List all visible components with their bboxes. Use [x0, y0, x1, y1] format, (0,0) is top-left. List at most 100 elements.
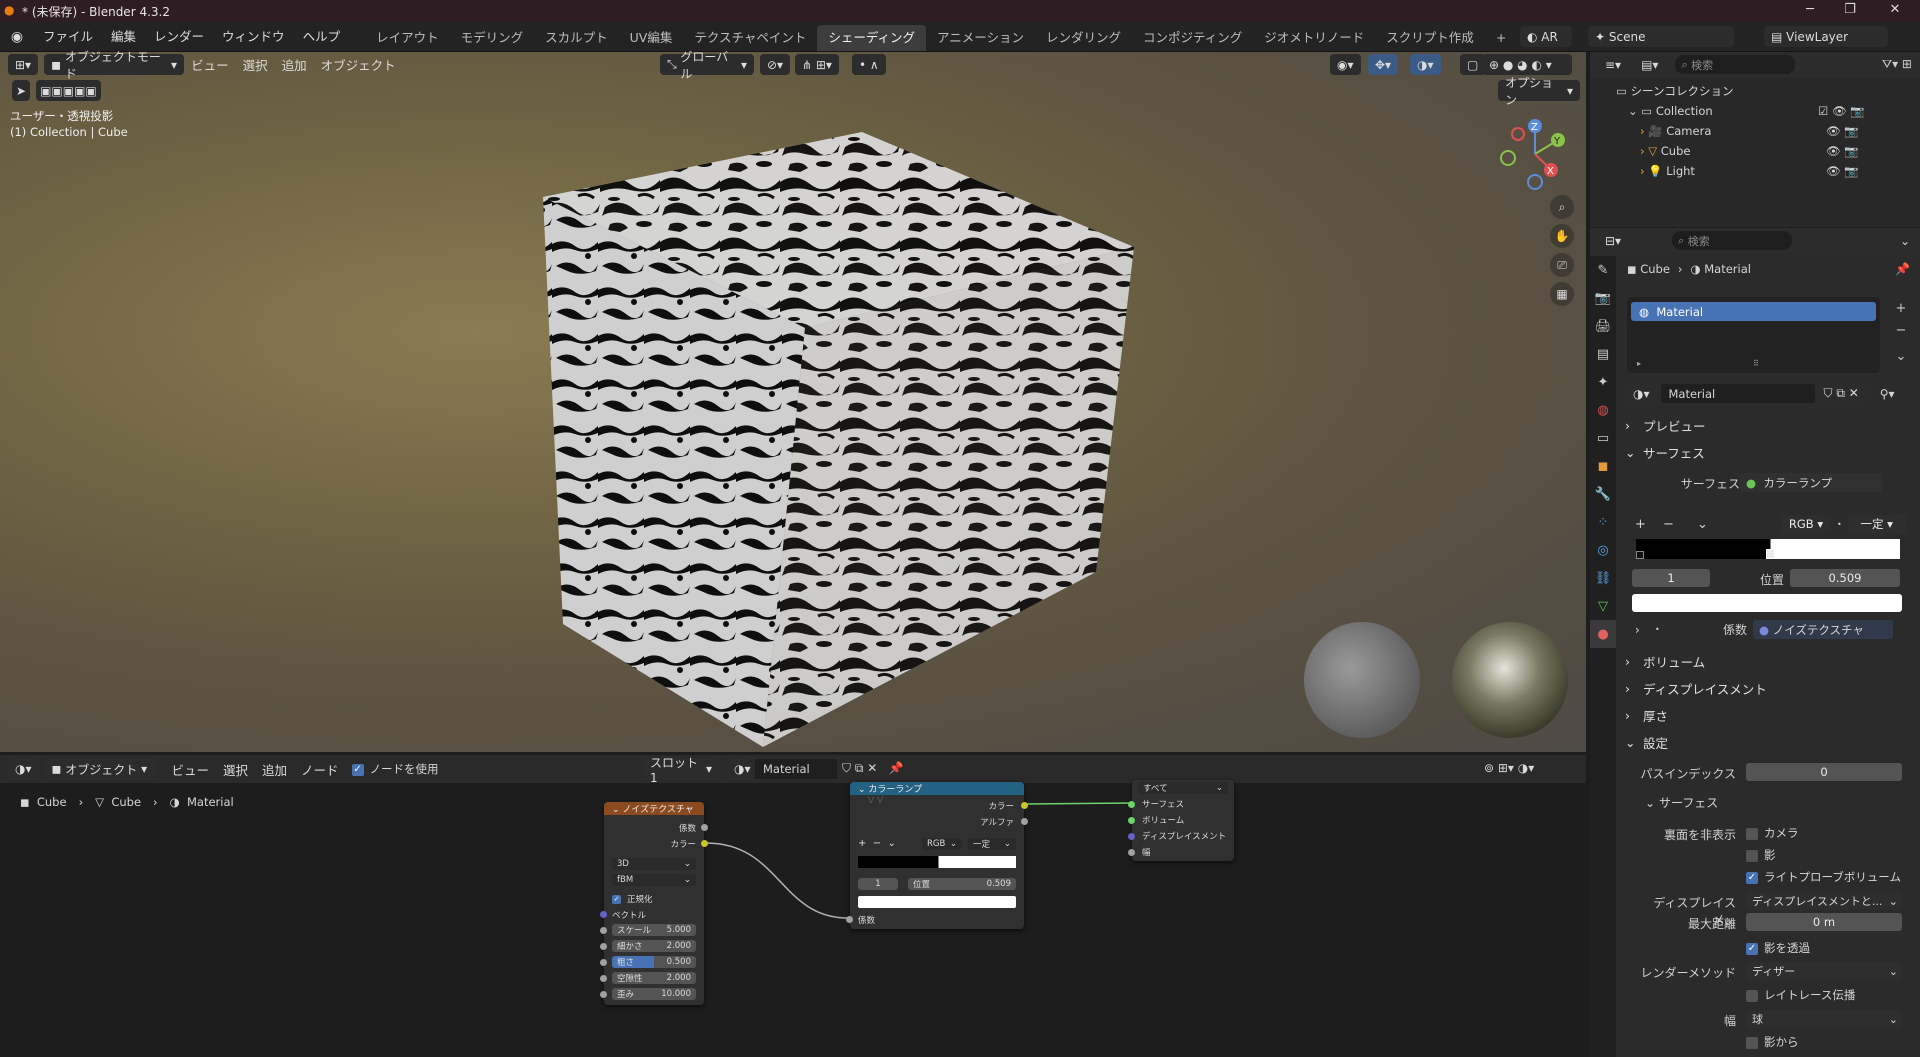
tab-geometry-nodes[interactable]: ジオメトリノード — [1253, 25, 1375, 51]
material-tab-icon[interactable]: ● — [1590, 620, 1616, 648]
ramp-node-color-swatch[interactable] — [858, 896, 1016, 908]
node-link-icon[interactable]: ⚲▾ — [1880, 387, 1895, 401]
noise-type-select[interactable]: fBM ⌄ — [612, 874, 696, 886]
visibility-icons[interactable]: ☑ 👁 📷 — [1818, 101, 1865, 121]
noise-detail-field[interactable]: 細かさ 2.000 — [612, 940, 696, 952]
constraints-tab-icon[interactable]: ⛓ — [1590, 564, 1616, 592]
ramp-menu-icon[interactable]: ⌄ — [1697, 517, 1757, 532]
tab-layout[interactable]: レイアウト — [365, 25, 450, 51]
tab-rendering[interactable]: レンダリング — [1035, 25, 1132, 51]
pass-index-field[interactable]: 0 — [1746, 763, 1902, 781]
socket-surface-in[interactable] — [1128, 801, 1135, 808]
close-icon[interactable]: ✕ — [1875, 2, 1915, 17]
ar-button[interactable]: ◐ AR — [1520, 26, 1572, 47]
collection-tab-icon[interactable]: ▭ — [1590, 424, 1616, 452]
node-overlay-icons[interactable]: ⊚ ⊞▾ ◑▾ — [1484, 761, 1534, 775]
backface-shadow-checkbox[interactable]: 影 — [1746, 847, 1776, 863]
material-output-node[interactable]: すべて ⌄ サーフェス ボリューム ディスプレイスメント 幅 — [1128, 780, 1234, 861]
node-menu-select[interactable]: 選択 — [216, 760, 255, 779]
section-displacement[interactable]: › ディスプレイスメント — [1625, 677, 1915, 699]
noise-scale-field[interactable]: スケール 5.000 — [612, 924, 696, 936]
select-cursor-icon[interactable]: ➤ — [12, 80, 31, 101]
section-surface[interactable]: ⌄ サーフェス — [1625, 441, 1915, 463]
ramp-node-position[interactable]: 位置 0.509 — [908, 878, 1016, 890]
color-ramp-gradient[interactable] — [1636, 539, 1900, 559]
scene-selector[interactable]: ✦ Scene — [1588, 26, 1734, 47]
pivot-point-button[interactable]: ⊘▾ — [760, 54, 791, 75]
scene-tab-icon[interactable]: ✦ — [1590, 368, 1616, 396]
viewport-menu-add[interactable]: 追加 — [275, 55, 314, 74]
scene-collection-row[interactable]: ▭ シーンコレクション — [1616, 81, 1920, 101]
noise-dimension-select[interactable]: 3D ⌄ — [612, 858, 696, 870]
noise-distortion-field[interactable]: 歪み 10.000 — [612, 988, 696, 1000]
socket-detail-in[interactable] — [600, 943, 607, 950]
outliner-item-camera[interactable]: › 🎥 Camera 👁 📷 — [1640, 121, 1920, 141]
output-target-select[interactable]: すべて ⌄ — [1138, 782, 1228, 794]
socket-volume-in[interactable] — [1128, 817, 1135, 824]
chevron-down-icon[interactable]: ⌄ — [1900, 234, 1910, 248]
tab-uv[interactable]: UV編集 — [619, 25, 684, 51]
outliner-item-light[interactable]: › 💡 Light 👁 📷 — [1640, 161, 1920, 181]
mode-selector[interactable]: ◼ オブジェクトモード ▾ — [44, 50, 185, 81]
data-tab-icon[interactable]: ▽ — [1590, 592, 1616, 620]
section-preview[interactable]: › プレビュー — [1625, 414, 1915, 436]
material-browse-icon[interactable]: ◑▾ — [727, 758, 751, 780]
socket-lacunarity-in[interactable] — [600, 975, 607, 982]
color-ramp-node[interactable]: ⌄ カラーランプ ᐯ ᐯ カラー アルファ + − ⌄ RGB ⌄ 一定 ⌄ 1 位… — [846, 782, 1028, 929]
modifier-tab-icon[interactable]: 🔧 — [1590, 480, 1616, 508]
transparent-shadow-checkbox[interactable]: ✓ 影を透過 — [1746, 940, 1810, 956]
noise-texture-node[interactable]: ⌄ ノイズテクスチャ 係数 カラー 3D ⌄ fBM ⌄ ✓ 正規化 ベクトル スケー… — [600, 802, 708, 1005]
factor-input-link[interactable]: ● ノイズテクスチャ — [1753, 620, 1893, 639]
viewport-menu-view[interactable]: ビュー — [184, 55, 236, 74]
viewport-menu-select[interactable]: 選択 — [236, 55, 275, 74]
normalize-checkbox[interactable]: ✓ 正規化 — [612, 893, 653, 905]
slot-selector[interactable]: スロット1 ▾ — [643, 756, 719, 785]
browse-material-icon[interactable]: ◑▾ — [1626, 383, 1657, 404]
proportional-edit-button[interactable]: • ∧ — [852, 54, 886, 75]
socket-roughness-in[interactable] — [600, 959, 607, 966]
ramp-node-index[interactable]: 1 — [858, 878, 898, 890]
camera-view-icon[interactable]: ⎚ — [1550, 253, 1574, 277]
add-stop-icon[interactable]: + — [1635, 517, 1663, 532]
menu-help[interactable]: ヘルプ — [294, 22, 350, 52]
subsection-surface[interactable]: ⌄ サーフェス — [1645, 794, 1718, 811]
tool-tab-icon[interactable]: ✎ — [1590, 256, 1616, 284]
view-layer-selector[interactable]: ▤ ViewLayer — [1764, 26, 1888, 47]
ramp-stop-index[interactable]: 1 — [1632, 569, 1710, 587]
tab-shading[interactable]: シェーディング — [817, 24, 926, 51]
noise-roughness-field[interactable]: 粗さ 0.500 — [612, 956, 696, 968]
from-shadow-checkbox[interactable]: 影から — [1746, 1034, 1799, 1050]
particles-tab-icon[interactable]: ⁘ — [1590, 508, 1616, 536]
displacement-method-select[interactable]: ディスプレイスメントと... ⌄ — [1746, 892, 1902, 910]
socket-displacement-in[interactable] — [1128, 833, 1135, 840]
editor-type-button[interactable]: ⊞▾ — [8, 54, 39, 75]
transform-orientation[interactable]: ⤡ グローバル ▾ — [660, 50, 754, 81]
outliner-item-cube[interactable]: › ▽ Cube 👁 📷 — [1640, 141, 1920, 161]
output-tab-icon[interactable]: 🖨 — [1590, 312, 1616, 340]
material-name-field[interactable]: Material — [1660, 384, 1815, 403]
zoom-icon[interactable]: ⌕ — [1550, 195, 1574, 219]
remove-slot-icon[interactable]: − — [1892, 320, 1910, 342]
outliner-editor-type-icon[interactable]: ≡▾ — [1598, 54, 1629, 75]
shader-type-selector[interactable]: ◼ オブジェクト ▾ — [44, 758, 157, 780]
max-distance-field[interactable]: 0 m — [1746, 913, 1902, 931]
stop-color-swatch[interactable] — [1632, 594, 1902, 612]
ramp-node-gradient[interactable] — [858, 856, 1016, 868]
noise-node-header[interactable]: ⌄ ノイズテクスチャ — [604, 802, 704, 815]
ramp-node-mode[interactable]: RGB ⌄ — [922, 838, 962, 850]
socket-fac-out[interactable] — [701, 824, 708, 831]
shading-modes[interactable]: ⊕ ● ◕ ◐ ▾ — [1482, 54, 1572, 75]
collection-row[interactable]: ⌄ ▭ Collection ☑ 👁 📷 — [1628, 101, 1920, 121]
node-material-name[interactable]: Material — [755, 759, 837, 779]
select-box-modes[interactable]: ▣▣▣▣▣ — [36, 80, 101, 101]
light-probe-checkbox[interactable]: ✓ ライトプローブボリューム — [1746, 869, 1901, 885]
ramp-node-header[interactable]: ⌄ カラーランプ — [850, 782, 1024, 795]
node-editor-type-icon[interactable]: ◑▾ — [8, 758, 39, 780]
viewport-menu-object[interactable]: オブジェクト — [314, 55, 403, 74]
socket-distortion-in[interactable] — [600, 991, 607, 998]
fake-user-shield-icon[interactable]: ⛉ ⧉ ✕ — [1816, 383, 1866, 404]
pan-hand-icon[interactable]: ✋ — [1550, 224, 1574, 248]
ramp-interpolation[interactable]: 一定 ▾ — [1847, 515, 1906, 533]
menu-window[interactable]: ウィンドウ — [213, 22, 294, 52]
filter-icon[interactable]: ⛛▾ ⊞ — [1882, 57, 1912, 72]
